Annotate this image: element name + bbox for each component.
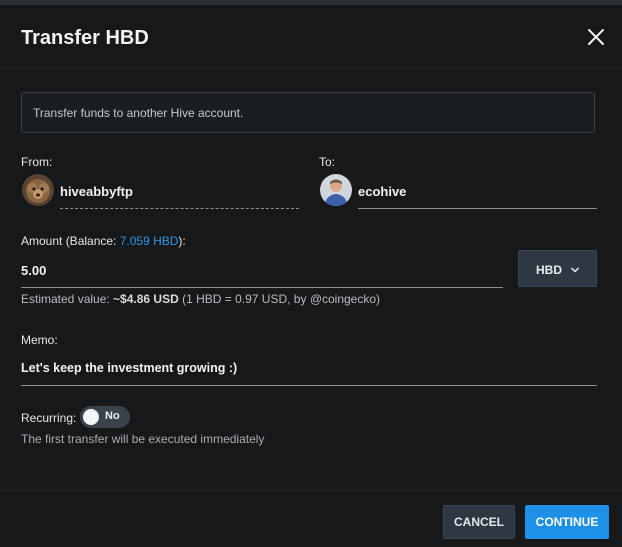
recurring-toggle[interactable]: No	[80, 406, 130, 428]
dialog-title: Transfer HBD	[21, 27, 149, 49]
toggle-text: No	[105, 410, 120, 422]
memo-input[interactable]: Let's keep the investment growing :)	[21, 361, 237, 375]
dog-avatar-icon	[22, 174, 54, 206]
person-avatar-icon	[320, 174, 352, 206]
estimate-suffix: (1 HBD = 0.97 USD, by @coingecko)	[178, 292, 381, 306]
currency-value: HBD	[536, 263, 562, 277]
memo-label: Memo:	[21, 333, 58, 347]
cancel-button[interactable]: CANCEL	[443, 505, 515, 539]
currency-select[interactable]: HBD	[518, 250, 597, 287]
continue-button[interactable]: CONTINUE	[525, 505, 609, 539]
dialog-header: Transfer HBD	[0, 5, 622, 69]
estimate-prefix: Estimated value:	[21, 292, 114, 306]
footer-divider	[0, 490, 622, 491]
info-banner: Transfer funds to another Hive account.	[21, 92, 595, 133]
to-username[interactable]: ecohive	[358, 184, 406, 199]
transfer-dialog: Transfer HBD Transfer funds to another H…	[0, 5, 622, 547]
recurring-label: Recurring:	[21, 411, 77, 425]
amount-label: Amount (Balance: 7.059 HBD):	[21, 234, 186, 248]
amount-label-suffix: ):	[178, 234, 186, 248]
estimate-value: ~$4.86 USD	[113, 292, 179, 306]
estimated-value: Estimated value: ~$4.86 USD (1 HBD = 0.9…	[21, 292, 380, 306]
amount-underline	[21, 287, 503, 288]
balance-link[interactable]: 7.059 HBD	[120, 234, 179, 248]
from-username: hiveabbyftp	[60, 184, 133, 199]
close-icon[interactable]	[584, 25, 608, 49]
from-underline	[60, 208, 299, 209]
amount-input[interactable]: 5.00	[21, 263, 46, 278]
info-text: Transfer funds to another Hive account.	[33, 106, 244, 120]
toggle-knob	[83, 409, 99, 425]
to-label: To:	[319, 155, 336, 169]
memo-underline	[21, 385, 597, 386]
from-label: From:	[21, 155, 53, 169]
amount-label-prefix: Amount (Balance:	[21, 234, 120, 248]
recurring-note: The first transfer will be executed imme…	[21, 432, 265, 446]
to-underline	[358, 208, 597, 209]
chevron-down-icon	[570, 267, 580, 273]
